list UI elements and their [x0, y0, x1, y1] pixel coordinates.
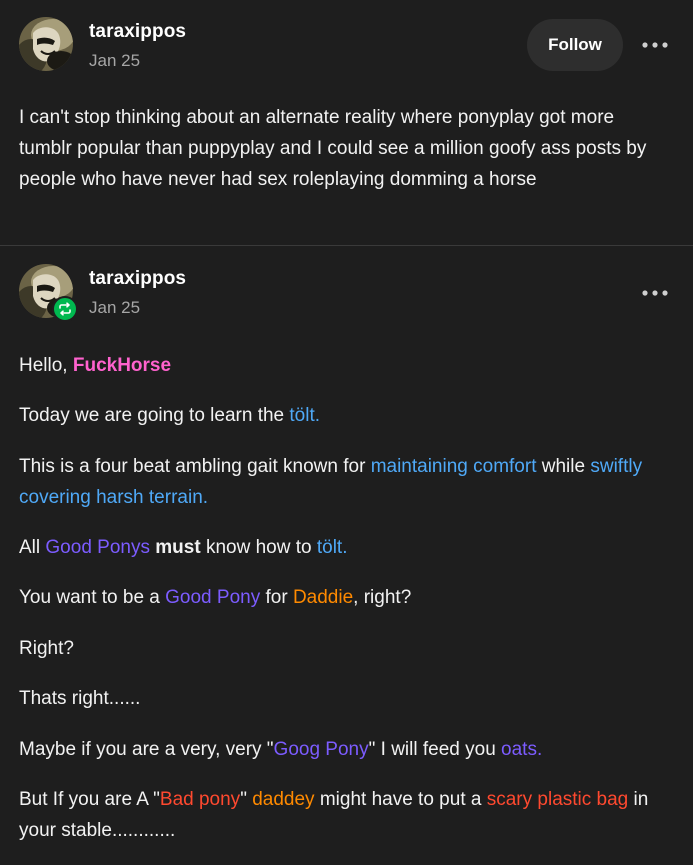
colored-text: tölt.	[316, 537, 348, 558]
post-username[interactable]: taraxippos	[89, 21, 186, 43]
colored-text: tölt.	[289, 405, 321, 426]
colored-text: maintaining comfort	[370, 456, 537, 477]
colored-text: oats.	[501, 739, 543, 760]
mention-link[interactable]: FuckHorse	[73, 355, 171, 376]
text: Today we are going to learn the	[19, 405, 290, 426]
original-post: taraxippos Jan 25 Follow I can't stop th…	[0, 0, 693, 245]
reblog-more-options-button[interactable]	[640, 283, 670, 303]
colored-text: Good Pony	[165, 587, 261, 608]
reblog-username[interactable]: taraxippos	[89, 268, 186, 290]
text: Maybe if you are a very, very "	[19, 739, 274, 760]
more-dots-icon	[642, 42, 668, 48]
reblog-icon	[59, 302, 71, 316]
bold-text: must	[155, 537, 201, 558]
paragraph-intro: Today we are going to learn the tölt.	[19, 400, 669, 431]
text: Hello,	[19, 355, 73, 376]
paragraph-good-pony: You want to be a Good Pony for Daddie, r…	[19, 582, 669, 613]
reblog-post: taraxippos Jan 25 Hello, FuckHorse Today…	[0, 246, 693, 865]
text: while	[536, 456, 591, 477]
paragraph-bad-pony: But If you are A "Bad pony" daddey might…	[19, 784, 669, 846]
paragraph-oats: Maybe if you are a very, very "Goog Pony…	[19, 734, 669, 765]
text: "	[240, 789, 253, 810]
text: , right?	[353, 587, 412, 608]
text: You want to be a	[19, 587, 166, 608]
reblog-date[interactable]: Jan 25	[89, 298, 140, 318]
colored-text: Goog Pony	[273, 739, 369, 760]
text: for	[260, 587, 293, 608]
text: Thats right......	[19, 688, 141, 709]
paragraph-thats-right: Thats right......	[19, 683, 669, 714]
colored-text: scary plastic bag	[486, 789, 629, 810]
colored-text: daddey	[252, 789, 315, 810]
avatar[interactable]	[19, 17, 73, 71]
more-dots-icon	[642, 290, 668, 296]
reblog-badge	[52, 296, 78, 322]
colored-text: Bad pony	[159, 789, 241, 810]
paragraph-all-ponys: All Good Ponys must know how to tölt.	[19, 532, 669, 563]
follow-button[interactable]: Follow	[527, 19, 623, 71]
text: might have to put a	[314, 789, 487, 810]
text: Right?	[19, 638, 74, 659]
colored-text: Good Ponys	[45, 537, 150, 558]
post-date[interactable]: Jan 25	[89, 51, 140, 71]
more-options-button[interactable]	[640, 35, 670, 55]
paragraph-right: Right?	[19, 633, 669, 664]
text: know how to	[200, 537, 317, 558]
paragraph-description: This is a four beat ambling gait known f…	[19, 451, 669, 513]
avatar-image	[19, 17, 73, 71]
text: All	[19, 537, 46, 558]
text: " I will feed you	[368, 739, 502, 760]
text: This is a four beat ambling gait known f…	[19, 456, 371, 477]
post-body: I can't stop thinking about an alternate…	[19, 107, 647, 190]
text: But If you are A "	[19, 789, 160, 810]
colored-text: Daddie	[292, 587, 354, 608]
paragraph-greeting: Hello, FuckHorse	[19, 350, 669, 381]
